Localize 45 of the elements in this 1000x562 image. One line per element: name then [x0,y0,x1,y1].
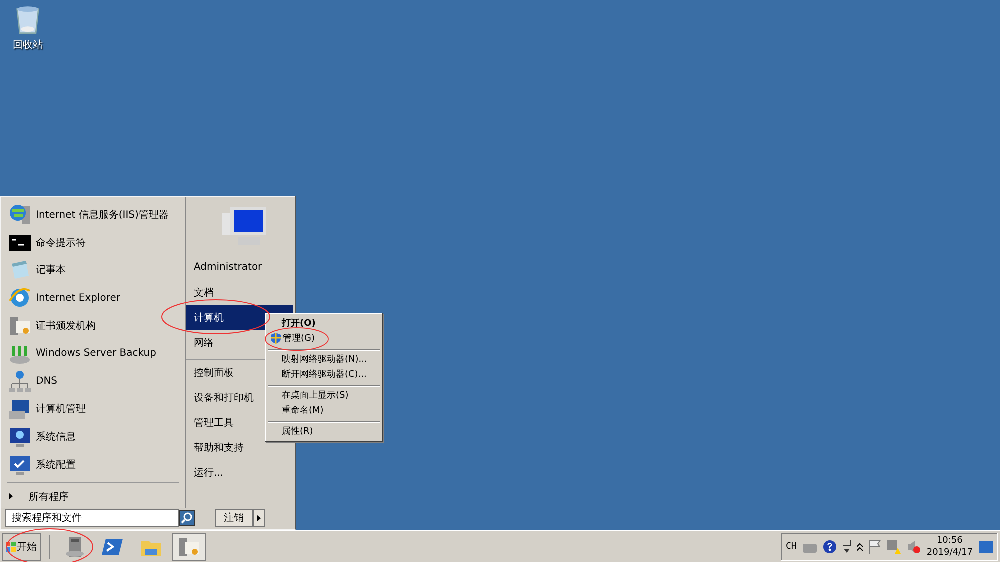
user-name[interactable]: Administrator [186,255,293,280]
program-item[interactable]: 计算机管理 [1,396,185,424]
context-menu-item[interactable]: 管理(G) [268,331,380,346]
monitor-info-icon [8,425,32,450]
help-icon[interactable] [822,540,837,554]
language-indicator[interactable]: CH [786,542,797,552]
computer-tools-icon [8,397,32,422]
search-button[interactable] [179,510,195,526]
log-off-button[interactable]: 注销 [215,509,253,528]
menu-item[interactable]: 运行... [186,460,293,485]
context-menu-item[interactable]: 属性(R) [268,421,380,439]
monitor-check-icon [8,453,32,478]
desktop-icon-label[interactable]: 回收站 [13,38,43,52]
context-menu-item[interactable]: 重命名(M) [268,403,380,418]
menu-item[interactable]: 文档 [186,280,293,305]
program-item[interactable]: 系统配置 [1,451,185,479]
program-item[interactable]: DNS [1,368,185,396]
windows-flag-icon [6,542,16,552]
program-item[interactable]: 证书颁发机构 [1,312,185,340]
globe-server-icon [8,202,32,227]
triangle-icon [9,493,13,500]
triangle-icon [257,514,261,522]
chevron-up-icon[interactable] [856,542,863,550]
search-field[interactable]: 搜索程序和文件 [5,509,179,528]
all-programs-item[interactable]: 所有程序 [1,486,185,508]
speaker-muted-icon[interactable] [906,540,921,554]
server-icon [63,534,87,558]
context-menu-item[interactable]: 在桌面上显示(S) [268,385,380,403]
network-tree-icon [8,370,32,394]
start-button[interactable]: 开始 [2,532,41,560]
flag-icon[interactable] [868,540,881,554]
search-icon [181,512,193,524]
shield-icon [271,333,281,344]
context-menu-item[interactable]: 映射网络驱动器(N)... [268,349,380,367]
program-item[interactable]: Windows Server Backup [1,340,185,368]
taskbar-app-button[interactable] [172,532,206,560]
show-desktop-icon[interactable] [979,540,993,552]
shutdown-options-button[interactable] [253,509,265,528]
program-item[interactable]: 命令提示符 [1,228,185,257]
window-icon[interactable] [842,540,851,554]
program-item[interactable]: Internet 信息服务(IIS)管理器 [1,201,185,229]
clock[interactable]: 10:56 2019/4/17 [926,534,973,558]
program-item[interactable]: 系统信息 [1,423,185,452]
program-item[interactable]: 记事本 [1,256,185,284]
program-item[interactable]: Internet Explorer [1,284,185,312]
